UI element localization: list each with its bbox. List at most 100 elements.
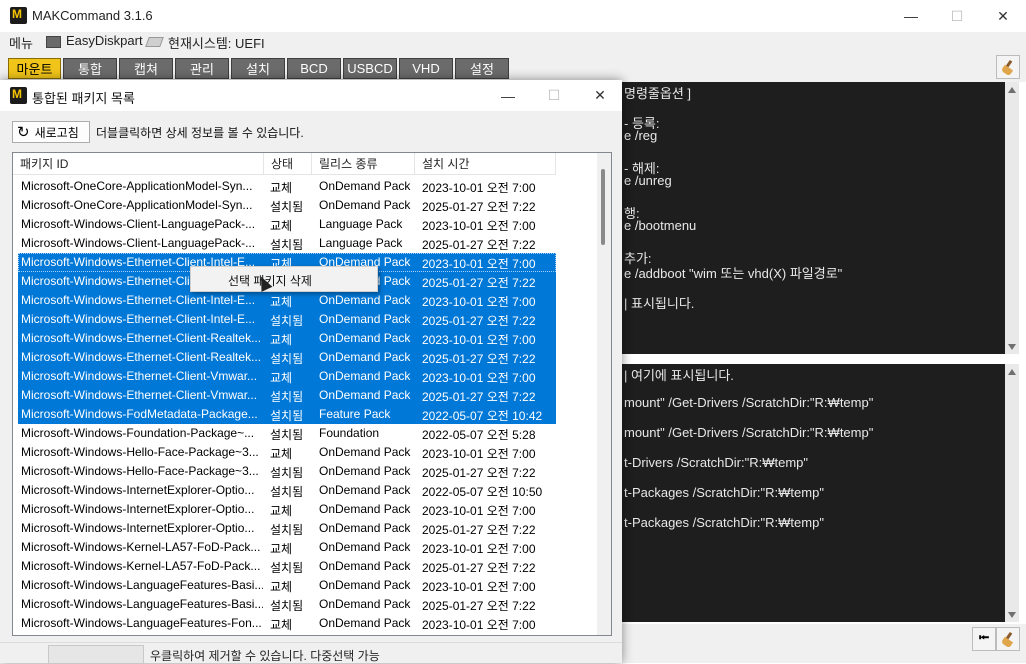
package-row[interactable]: Microsoft-OneCore-ApplicationModel-Syn..… [18,196,556,215]
column-header-package-id[interactable]: 패키지 ID [13,153,264,175]
package-row[interactable]: Microsoft-Windows-Hello-Face-Package~3..… [18,462,556,481]
state-cell: 설치됨 [270,485,304,499]
main-close-button[interactable]: ✕ [980,0,1026,32]
package-row[interactable]: Microsoft-Windows-InternetExplorer-Optio… [18,481,556,500]
tab-0[interactable]: 마운트 [8,58,61,79]
console-top-scrollbar[interactable] [1005,82,1019,354]
package-row[interactable]: Microsoft-Windows-LanguageFeatures-Basi.… [18,595,556,614]
eraser-icon [145,37,164,47]
console-bottom: | 여기에 표시됩니다. mount" /Get-Drivers /Scratch… [622,364,1012,622]
package-listview[interactable]: 패키지 ID 상태 릴리스 종류 설치 시간 Microsoft-OneCore… [12,152,612,636]
tab-6[interactable]: USBCD [343,58,397,79]
state-cell: 설치됨 [270,466,304,480]
install-time-cell: 2025-01-27 오전 7:22 [422,390,536,404]
package-id-cell: Microsoft-Windows-LanguageFeatures-Basi.… [21,578,263,592]
release-type-cell: Foundation [319,426,380,440]
tab-8[interactable]: 설정 [455,58,509,79]
package-row[interactable]: Microsoft-Windows-Ethernet-Client-Vmwar.… [18,367,556,386]
main-minimize-button[interactable]: — [888,0,934,32]
menu-item-easydiskpart[interactable]: EasyDiskpart [66,33,143,48]
console-top: 명령줄옵션 ] - 등록: e /reg - 해제: e /unreg 행: e /boot… [622,82,1012,354]
state-cell: 교체 [270,618,293,632]
install-time-cell: 2023-10-01 오전 7:00 [422,618,536,632]
package-row[interactable]: Microsoft-Windows-Client-LanguagePack-..… [18,234,556,253]
install-time-cell: 2023-10-01 오전 7:00 [422,219,536,233]
console-line: 명령줄옵션 ] [624,86,692,101]
install-time-cell: 2023-10-01 오전 7:00 [422,371,536,385]
dialog-close-button[interactable]: ✕ [577,80,623,111]
console-line: t-Packages /ScratchDir:"R:₩temp" [624,485,824,500]
listview-scrollbar[interactable] [597,153,611,635]
broom-icon [1001,60,1015,74]
release-type-cell: OnDemand Pack [319,559,411,573]
cleanup-button[interactable] [996,55,1020,79]
column-header-release-type[interactable]: 릴리스 종류 [312,153,415,175]
release-type-cell: Feature Pack [319,407,391,421]
package-row[interactable]: Microsoft-Windows-Ethernet-Client-Vmwar.… [18,386,556,405]
back-arrow-icon: ⭰ [978,629,990,645]
package-row[interactable]: Microsoft-OneCore-ApplicationModel-Syn..… [18,177,556,196]
install-time-cell: 2025-01-27 오전 7:22 [422,561,536,575]
tab-4[interactable]: 설치 [231,58,285,79]
package-row[interactable]: Microsoft-Windows-LanguageFeatures-Basi.… [18,576,556,595]
package-id-cell: Microsoft-Windows-Client-LanguagePack-..… [21,236,256,250]
release-type-cell: OnDemand Pack [319,616,411,630]
release-type-cell: OnDemand Pack [319,483,411,497]
cleanup-button-bottom[interactable] [996,627,1020,651]
state-cell: 설치됨 [270,599,304,613]
release-type-cell: OnDemand Pack [319,293,411,307]
main-maximize-button[interactable]: ☐ [934,0,980,32]
listview-scroll-thumb[interactable] [601,169,605,245]
package-row[interactable]: Microsoft-Windows-FodMetadata-Package...… [18,405,556,424]
package-id-cell: Microsoft-Windows-Hello-Face-Package~3..… [21,445,259,459]
menu-item-menu[interactable]: 메뉴 [9,33,33,52]
tab-1[interactable]: 통합 [63,58,117,79]
back-button[interactable]: ⭰ [972,627,996,651]
console-line: | 여기에 표시됩니다. [624,368,734,383]
state-cell: 교체 [270,295,293,309]
package-row[interactable]: Microsoft-Windows-Hello-Face-Package~3..… [18,443,556,462]
tab-5[interactable]: BCD [287,58,341,79]
package-row[interactable]: Microsoft-Windows-LanguageFeatures-Fon..… [18,614,556,633]
package-list-dialog: 통합된 패키지 목록 — ☐ ✕ ↻ 새로고침 더블클릭하면 상세 정보를 볼 … [0,80,623,664]
dialog-minimize-button[interactable]: — [485,80,531,111]
package-row[interactable]: Microsoft-Windows-Kernel-LA57-FoD-Pack..… [18,538,556,557]
install-time-cell: 2023-10-01 오전 7:00 [422,542,536,556]
install-time-cell: 2023-10-01 오전 7:00 [422,181,536,195]
release-type-cell: OnDemand Pack [319,179,411,193]
install-time-cell: 2025-01-27 오전 7:22 [422,200,536,214]
install-time-cell: 2023-10-01 오전 7:00 [422,447,536,461]
state-cell: 설치됨 [270,409,304,423]
install-time-cell: 2025-01-27 오전 7:22 [422,466,536,480]
release-type-cell: OnDemand Pack [319,312,411,326]
package-row[interactable]: Microsoft-Windows-Kernel-LA57-FoD-Pack..… [18,557,556,576]
install-time-cell: 2025-01-27 오전 7:22 [422,276,536,290]
package-id-cell: Microsoft-Windows-Ethernet-Client-Vmwar.… [21,388,258,402]
package-row[interactable]: Microsoft-Windows-Ethernet-Client-Intel-… [18,310,556,329]
release-type-cell: OnDemand Pack [319,445,411,459]
context-menu: 선택 패키지 삭제 [190,266,378,292]
package-row[interactable]: Microsoft-Windows-Client-LanguagePack-..… [18,215,556,234]
refresh-icon: ↻ [17,123,30,141]
console-bottom-scrollbar[interactable] [1005,364,1019,622]
package-row[interactable]: Microsoft-Windows-Ethernet-Client-Realte… [18,329,556,348]
package-row[interactable]: Microsoft-Windows-InternetExplorer-Optio… [18,519,556,538]
install-time-cell: 2025-01-27 오전 7:22 [422,314,536,328]
menubar: 메뉴 EasyDiskpart 현재시스템: UEFI [0,32,1026,52]
package-id-cell: Microsoft-Windows-Ethernet-Client-Realte… [21,350,262,364]
package-row[interactable]: Microsoft-Windows-Ethernet-Client-Realte… [18,348,556,367]
column-header-state[interactable]: 상태 [264,153,312,175]
package-row[interactable]: Microsoft-Windows-InternetExplorer-Optio… [18,500,556,519]
state-cell: 교체 [270,542,293,556]
package-row[interactable]: Microsoft-Windows-Ethernet-Client-Intel-… [18,291,556,310]
tab-3[interactable]: 관리 [175,58,229,79]
package-id-cell: Microsoft-Windows-Ethernet-Client-Vmwar.… [21,369,258,383]
column-header-install-time[interactable]: 설치 시간 [415,153,556,175]
package-row[interactable]: Microsoft-Windows-Foundation-Package~...… [18,424,556,443]
tab-2[interactable]: 캡쳐 [119,58,173,79]
refresh-button[interactable]: ↻ 새로고침 [12,121,90,143]
install-time-cell: 2025-01-27 오전 7:22 [422,238,536,252]
tab-7[interactable]: VHD [399,58,453,79]
dialog-maximize-button[interactable]: ☐ [531,80,577,111]
dialog-title: 통합된 패키지 목록 [32,91,135,106]
